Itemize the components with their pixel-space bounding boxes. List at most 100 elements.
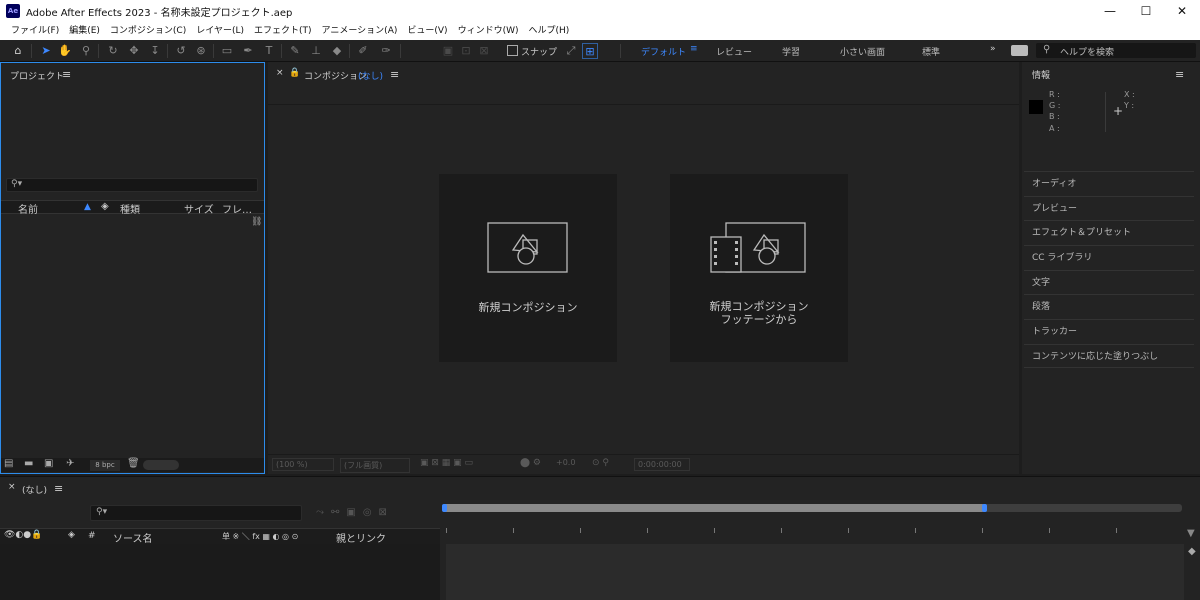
- region-icon[interactable]: ⊞: [582, 43, 598, 59]
- composition-panel-menu-icon[interactable]: ≡: [390, 68, 399, 81]
- layer-switches-icons[interactable]: 单 ※ ＼ fx ▦ ◐ ◎ ⊙: [222, 531, 298, 542]
- info-r: R :: [1049, 90, 1060, 99]
- label-tag-icon[interactable]: ◈: [68, 530, 75, 540]
- menu-composition[interactable]: コンポジション(C): [105, 22, 191, 40]
- viewer-options-icon[interactable]: ▣ ⊠ ▦ ▣ ▭: [420, 458, 473, 468]
- world-axis-icon[interactable]: ⊡: [458, 43, 474, 59]
- rotation-tool-icon[interactable]: ↺: [173, 43, 189, 59]
- minimize-button[interactable]: —: [1092, 0, 1128, 22]
- timeline-menu-icon[interactable]: ≡: [54, 482, 63, 495]
- project-panel-menu-icon[interactable]: ≡: [62, 68, 71, 81]
- thumbnail-slider[interactable]: [143, 460, 179, 470]
- snapshot-icon[interactable]: ⊙ ⚲: [592, 458, 609, 468]
- panel-paragraph[interactable]: 段落: [1024, 294, 1194, 318]
- menu-file[interactable]: ファイル(F): [6, 22, 64, 40]
- puppet-pin-tool-icon[interactable]: ✑: [378, 43, 394, 59]
- local-axis-icon[interactable]: ▣: [440, 43, 456, 59]
- clone-stamp-tool-icon[interactable]: ⊥: [308, 43, 324, 59]
- work-area-start-handle[interactable]: [442, 504, 447, 512]
- menu-animation[interactable]: アニメーション(A): [317, 22, 403, 40]
- selection-tool-icon[interactable]: ➤: [38, 43, 54, 59]
- menu-edit[interactable]: 編集(E): [64, 22, 105, 40]
- parent-link-column[interactable]: 親とリンク: [336, 530, 386, 545]
- resolution-dropdown[interactable]: (フル画質): [340, 458, 410, 473]
- panel-cc-libraries[interactable]: CC ライブラリ: [1024, 245, 1194, 269]
- current-time-indicator-icon[interactable]: ◆: [1188, 546, 1196, 557]
- adobe-media-encoder-icon[interactable]: ✈: [66, 458, 74, 469]
- new-comp-from-footage-label-line2: フッテージから: [720, 313, 798, 326]
- sync-settings-icon[interactable]: [1011, 45, 1028, 56]
- home-icon[interactable]: ⌂: [10, 43, 26, 59]
- menu-view[interactable]: ビュー(V): [402, 22, 452, 40]
- column-type[interactable]: 種類: [120, 201, 140, 216]
- project-bit-depth[interactable]: 8 bpc: [90, 460, 120, 471]
- magnification-dropdown[interactable]: (100 %): [272, 458, 334, 471]
- current-time[interactable]: 0:00:00:00: [634, 458, 690, 471]
- interpret-footage-icon[interactable]: ▤: [4, 458, 13, 469]
- new-folder-icon[interactable]: ▬: [24, 458, 33, 469]
- column-name[interactable]: 名前: [18, 201, 38, 216]
- info-divider: [1105, 92, 1106, 132]
- menu-help[interactable]: ヘルプ(H): [523, 22, 574, 40]
- menu-effect[interactable]: エフェクト(T): [249, 22, 317, 40]
- info-panel-menu-icon[interactable]: ≡: [1175, 68, 1184, 81]
- exposure-value[interactable]: +0.0: [556, 458, 575, 467]
- brush-tool-icon[interactable]: ✎: [287, 43, 303, 59]
- zoom-tool-icon[interactable]: ⚲: [78, 43, 94, 59]
- workspace-menu-icon[interactable]: ≡: [690, 44, 698, 54]
- menu-layer[interactable]: レイヤー(L): [191, 22, 249, 40]
- menu-window[interactable]: ウィンドウ(W): [453, 22, 524, 40]
- workspace-default[interactable]: デフォルト: [641, 45, 686, 58]
- info-panel-title: 情報: [1032, 71, 1051, 81]
- workspace-small-screen[interactable]: 小さい画面: [840, 45, 885, 58]
- delete-icon[interactable]: 🗑: [127, 458, 140, 469]
- panel-tracker[interactable]: トラッカー: [1024, 319, 1194, 343]
- sort-ascending-icon[interactable]: ▲: [84, 202, 91, 212]
- workspace-learn[interactable]: 学習: [782, 45, 800, 58]
- snap-checkbox[interactable]: [507, 45, 518, 56]
- timeline-search-input[interactable]: [90, 505, 302, 521]
- label-tag-icon[interactable]: ◈: [101, 201, 109, 212]
- pan-behind-tool-icon[interactable]: ⊛: [193, 43, 209, 59]
- rectangle-tool-icon[interactable]: ▭: [219, 43, 235, 59]
- snap-label: スナップ: [521, 48, 558, 58]
- view-axis-icon[interactable]: ⊠: [476, 43, 492, 59]
- maximize-button[interactable]: ☐: [1128, 0, 1164, 22]
- source-name-column[interactable]: ソース名: [113, 530, 153, 545]
- roto-brush-tool-icon[interactable]: ✐: [355, 43, 371, 59]
- timeline-tab-title[interactable]: (なし): [22, 483, 47, 496]
- dolly-camera-tool-icon[interactable]: ↧: [147, 43, 163, 59]
- composition-tab-value[interactable]: (なし): [358, 69, 383, 82]
- pen-tool-icon[interactable]: ✒: [240, 43, 256, 59]
- av-features-icon[interactable]: 👁◐●🔒: [4, 530, 42, 540]
- panel-character[interactable]: 文字: [1024, 270, 1194, 294]
- new-composition-icon[interactable]: ▣: [44, 458, 53, 469]
- hand-tool-icon[interactable]: ✋: [57, 43, 73, 59]
- workspace-standard[interactable]: 標準: [922, 45, 940, 58]
- work-area-end-handle[interactable]: [982, 504, 987, 512]
- flowchart-icon[interactable]: ⛓: [251, 217, 262, 227]
- column-size[interactable]: サイズ: [184, 201, 214, 216]
- pan-camera-tool-icon[interactable]: ✥: [126, 43, 142, 59]
- project-search-input[interactable]: [6, 178, 258, 192]
- close-timeline-tab-icon[interactable]: ×: [8, 482, 16, 492]
- close-window-button[interactable]: ✕: [1164, 0, 1200, 22]
- type-tool-icon[interactable]: T: [261, 43, 277, 59]
- workspace-review[interactable]: レビュー: [716, 45, 752, 58]
- close-composition-tab-icon[interactable]: ×: [276, 68, 284, 78]
- panel-effects-presets[interactable]: エフェクト＆プリセット: [1024, 220, 1194, 244]
- column-frame-rate[interactable]: フレ…: [222, 201, 252, 216]
- channel-icon[interactable]: ⬤ ⚙: [520, 458, 541, 468]
- timeline-switch-icons[interactable]: ⤳⚯▣◎⊠: [316, 507, 394, 518]
- panel-content-aware-fill[interactable]: コンテンツに応じた塗りつぶし: [1024, 344, 1194, 368]
- snap-options-icon[interactable]: ⤢: [563, 43, 579, 59]
- eraser-tool-icon[interactable]: ◆: [329, 43, 345, 59]
- orbit-camera-tool-icon[interactable]: ↻: [105, 43, 121, 59]
- panel-preview[interactable]: プレビュー: [1024, 196, 1194, 220]
- panel-audio[interactable]: オーディオ: [1024, 171, 1194, 195]
- new-composition-from-footage-icon: [710, 222, 806, 273]
- work-area-bar[interactable]: [442, 504, 985, 512]
- more-workspaces-icon[interactable]: »: [990, 44, 996, 54]
- lock-icon[interactable]: 🔒: [289, 68, 300, 78]
- comp-marker-bin-icon[interactable]: ▼: [1187, 528, 1199, 540]
